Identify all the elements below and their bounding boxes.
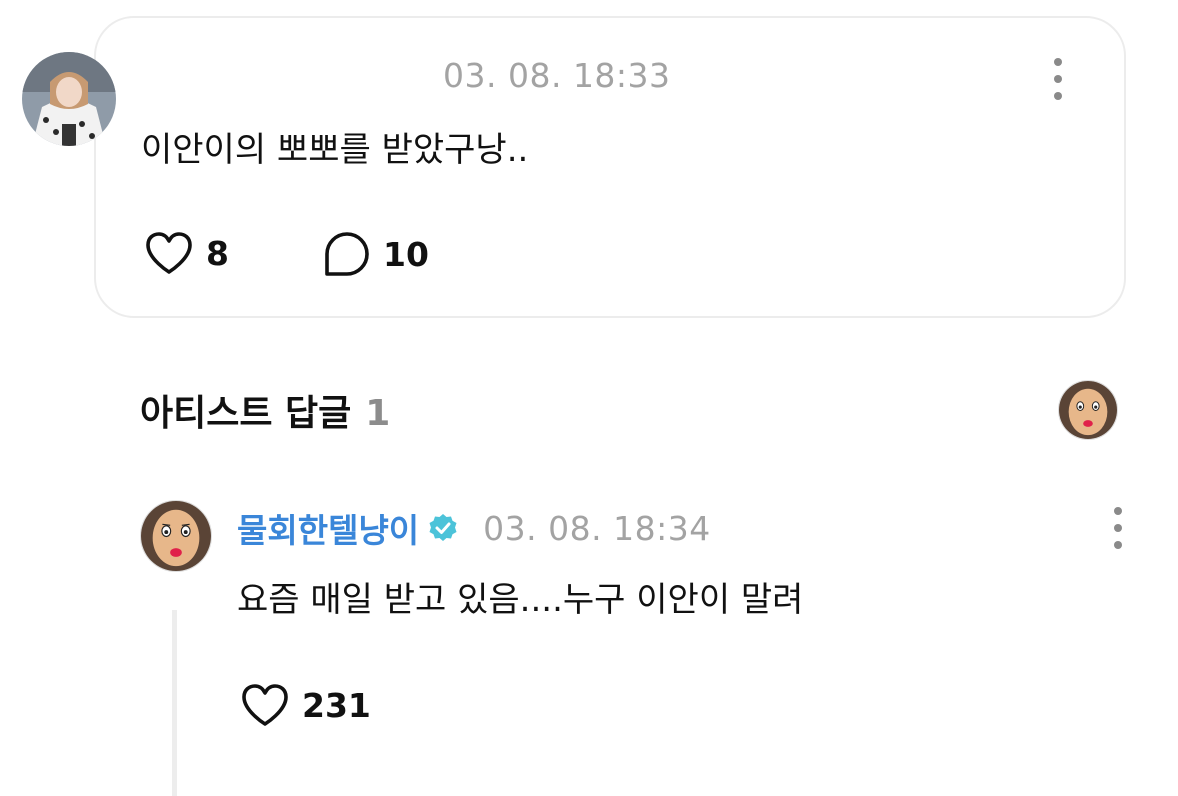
reply-author-name[interactable]: 물회한텔냥이 bbox=[237, 504, 419, 552]
post-author-avatar[interactable] bbox=[22, 52, 116, 146]
post-comment-button[interactable]: 10 bbox=[323, 230, 429, 278]
heart-outline-icon bbox=[146, 232, 192, 274]
post-more-options-icon[interactable] bbox=[1046, 58, 1070, 100]
artist-replies-header: 아티스트 답글 1 bbox=[140, 384, 390, 436]
thread-line bbox=[172, 610, 177, 796]
post-text: 이안이의 뽀뽀를 받았구낭.. bbox=[141, 130, 529, 170]
reply-more-options-icon[interactable] bbox=[1106, 507, 1130, 549]
verified-badge-icon bbox=[429, 514, 457, 541]
reply-text: 요즘 매일 받고 있음....누구 이안이 말려 bbox=[237, 580, 804, 620]
post-timestamp: 03. 08. 18:33 bbox=[443, 56, 671, 95]
post-like-count: 8 bbox=[206, 233, 229, 273]
speech-bubble-icon bbox=[325, 232, 369, 276]
reply-like-button[interactable]: 231 bbox=[240, 682, 371, 728]
post-comment-count: 10 bbox=[383, 234, 429, 274]
reply-author-avatar[interactable] bbox=[140, 500, 212, 572]
reply-like-count: 231 bbox=[302, 685, 371, 725]
artist-avatar[interactable] bbox=[1058, 380, 1118, 440]
reply-header: 물회한텔냥이 03. 08. 18:34 bbox=[237, 504, 711, 552]
artist-replies-title: 아티스트 답글 bbox=[140, 393, 352, 434]
reply-timestamp: 03. 08. 18:34 bbox=[483, 508, 711, 548]
heart-outline-icon bbox=[242, 684, 288, 726]
artist-replies-count: 1 bbox=[365, 393, 391, 434]
post-like-button[interactable]: 8 bbox=[144, 230, 229, 276]
